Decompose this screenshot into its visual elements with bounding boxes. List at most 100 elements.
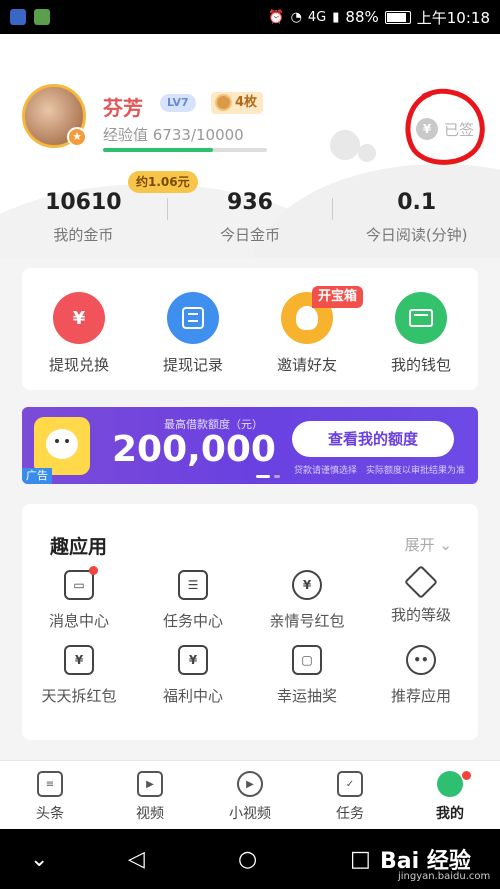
stat-today-coins[interactable]: 936 今日金币 <box>166 190 334 245</box>
stat-value: 10610 <box>45 190 122 215</box>
message-icon: ▭ <box>64 566 98 600</box>
banner-disclaimer: 贷款请谨慎选择 实际额度以审批结果为准 <box>294 466 466 476</box>
battery-percent: 88% <box>345 8 379 26</box>
action-label: 我的钱包 <box>390 356 451 374</box>
view-quota-button[interactable]: 查看我的额度 <box>292 421 454 457</box>
app-lucky-draw[interactable]: ▢ 幸运抽奖 <box>250 645 364 706</box>
profile-header: ★ 芬芳 LV7 4枚 经验值 6733/10000 ¥ 已签 约1.06元 1… <box>0 34 500 258</box>
yuan-coin-icon: ¥ <box>416 118 438 140</box>
tab-short-video[interactable]: ▶ 小视频 <box>200 761 300 829</box>
exp-text: 经验值 6733/10000 <box>103 126 244 144</box>
stat-my-coins[interactable]: 10610 我的金币 <box>0 190 167 245</box>
alarm-icon: ⏰ <box>268 9 285 25</box>
app-label: 幸运抽奖 <box>276 687 337 705</box>
app-label: 消息中心 <box>48 612 109 630</box>
unread-dot <box>462 771 471 780</box>
shield-app-icon <box>10 9 26 25</box>
exp-progress-bar <box>103 148 267 152</box>
tab-label: 任务 <box>336 806 364 822</box>
ad-tag: 广告 <box>22 468 52 484</box>
fun-apps-title: 趣应用 <box>50 536 108 558</box>
back-triangle-icon[interactable]: ◁ <box>128 847 145 872</box>
recents-square-icon[interactable]: □ <box>350 847 371 872</box>
app-family-red-packet[interactable]: ¥ 亲情号红包 <box>250 570 364 631</box>
app-recommended-apps[interactable]: •• 推荐应用 <box>364 645 478 706</box>
stat-label: 今日阅读(分钟) <box>365 226 468 244</box>
app-welfare-center[interactable]: ¥ 福利中心 <box>136 645 250 706</box>
banner-amount: 200,000 <box>112 429 276 470</box>
video-icon: ▶ <box>137 771 163 797</box>
heart-yuan-icon: ¥ <box>292 570 322 600</box>
battery-icon <box>384 10 411 24</box>
banner-pager <box>256 475 280 478</box>
stat-value: 936 <box>227 190 273 215</box>
tab-label: 头条 <box>36 806 64 822</box>
task-list-icon: ☰ <box>178 570 208 600</box>
action-label: 提现兑换 <box>48 356 109 374</box>
home-circle-icon[interactable]: ○ <box>238 847 257 872</box>
tab-label: 我的 <box>436 806 464 822</box>
signal-4g-label: 4G <box>307 9 327 25</box>
app-daily-red-packet[interactable]: ¥ 天天拆红包 <box>22 645 136 706</box>
tab-tasks[interactable]: ✓ 任务 <box>300 761 400 829</box>
status-bar: ⏰ ◔ 4G ▮ 88% 上午10:18 <box>0 0 500 34</box>
task-icon: ✓ <box>337 771 363 797</box>
news-icon: ≡ <box>37 771 63 797</box>
robot-icon: •• <box>406 645 436 675</box>
expand-button[interactable]: 展开 ⌄ <box>405 534 452 555</box>
app-label: 福利中心 <box>162 687 223 705</box>
loan-banner-ad[interactable]: 广告 最高借款额度（元） 200,000 查看我的额度 贷款请谨慎选择 实际额度… <box>22 407 478 484</box>
avatar-star-badge-icon: ★ <box>67 127 87 147</box>
username: 芬芳 <box>103 96 143 120</box>
signed-in-button[interactable]: ¥ 已签 <box>416 118 474 140</box>
tab-headlines[interactable]: ≡ 头条 <box>0 761 100 829</box>
diamond-icon <box>404 565 438 599</box>
app-message-center[interactable]: ▭ 消息中心 <box>22 566 136 631</box>
action-withdraw-records[interactable]: 提现记录 <box>136 268 250 390</box>
action-label: 提现记录 <box>162 356 223 374</box>
open-chest-tag[interactable]: 开宝箱 <box>312 286 364 308</box>
bottom-tab-bar: ≡ 头条 ▶ 视频 ▶ 小视频 ✓ 任务 我的 <box>0 760 500 829</box>
stat-today-reading[interactable]: 0.1 今日阅读(分钟) <box>333 190 500 245</box>
medal-icon <box>215 94 232 111</box>
app-label: 我的等级 <box>390 606 451 624</box>
tab-video[interactable]: ▶ 视频 <box>100 761 200 829</box>
unread-dot <box>89 566 98 575</box>
app-label: 天天拆红包 <box>41 687 117 705</box>
notification-app-icon <box>34 9 50 25</box>
watermark-url: jingyan.baidu.com <box>398 871 491 882</box>
red-packet-icon: ¥ <box>64 645 94 675</box>
action-my-wallet[interactable]: 我的钱包 <box>364 268 478 390</box>
yuan-icon: ¥ <box>53 292 105 344</box>
fun-apps-card: 趣应用 展开 ⌄ ▭ 消息中心 ☰ 任务中心 ¥ 亲情号红包 我的等级 ¥ 天天… <box>22 504 478 740</box>
chevron-down-icon: ⌄ <box>439 536 452 554</box>
tab-me[interactable]: 我的 <box>400 761 500 829</box>
me-icon <box>437 771 463 797</box>
short-video-icon: ▶ <box>237 771 263 797</box>
record-icon <box>167 292 219 344</box>
lottery-icon: ▢ <box>292 645 322 675</box>
medal-badge[interactable]: 4枚 <box>211 92 264 114</box>
expand-label: 展开 <box>404 536 435 554</box>
clock: 上午10:18 <box>416 8 490 27</box>
stat-value: 0.1 <box>397 190 437 215</box>
signal-bars-icon: ▮ <box>332 9 340 25</box>
system-navigation-bar: ⌄ ◁ ○ □ Bai 经验 jingyan.baidu.com <box>0 829 500 889</box>
stat-label: 我的金币 <box>53 226 114 244</box>
chevron-down-icon[interactable]: ⌄ <box>30 847 48 872</box>
app-task-center[interactable]: ☰ 任务中心 <box>136 570 250 631</box>
app-label: 推荐应用 <box>390 687 451 705</box>
level-badge[interactable]: LV7 <box>160 94 196 112</box>
wallet-icon <box>395 292 447 344</box>
signed-in-label: 已签 <box>444 120 475 139</box>
stat-label: 今日金币 <box>220 226 281 244</box>
quick-actions-card: ¥ 提现兑换 提现记录 邀请好友 我的钱包 <box>22 268 478 390</box>
app-label: 任务中心 <box>162 612 223 630</box>
action-withdraw[interactable]: ¥ 提现兑换 <box>22 268 136 390</box>
avatar[interactable]: ★ <box>22 84 87 148</box>
wifi-icon: ◔ <box>290 9 302 25</box>
bear-mascot-icon <box>34 417 90 475</box>
action-label: 邀请好友 <box>276 356 337 374</box>
tab-label: 视频 <box>136 806 164 822</box>
app-my-level[interactable]: 我的等级 <box>364 565 478 631</box>
